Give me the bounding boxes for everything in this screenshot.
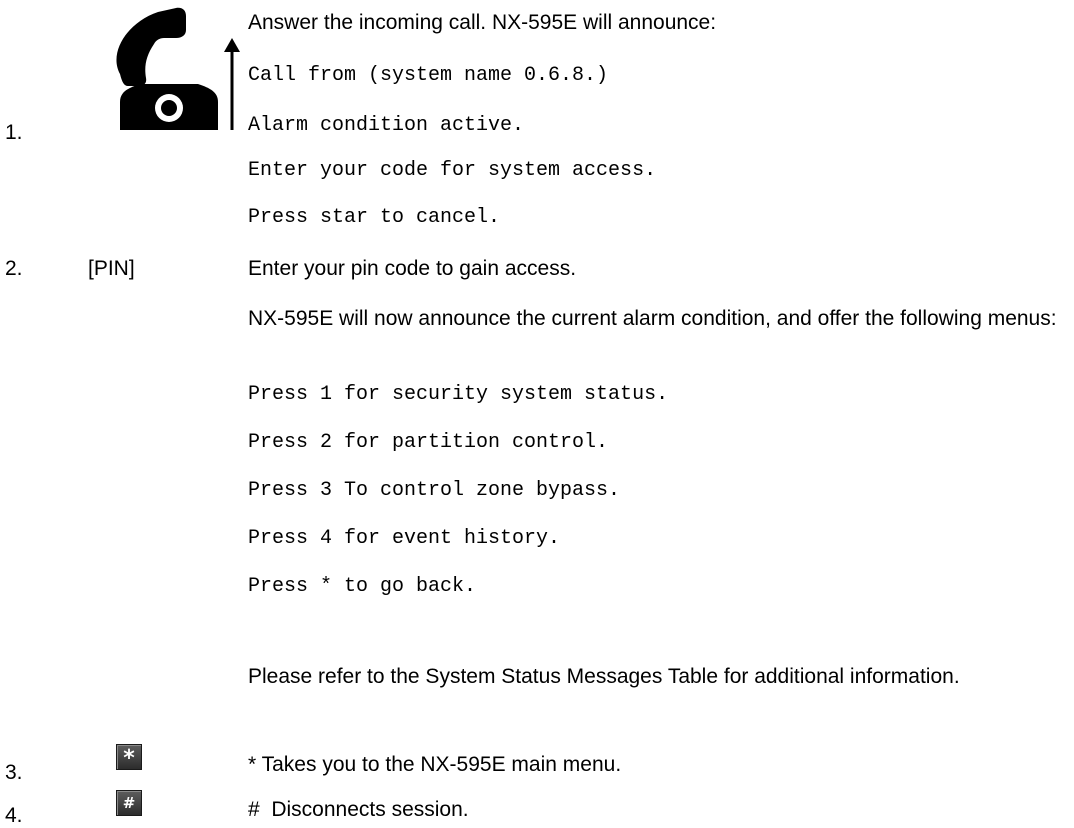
menu-option: Press 3 To control zone bypass.: [248, 479, 621, 502]
step-3-instruction: * Takes you to the NX-595E main menu.: [248, 753, 622, 776]
hash-key-icon: #: [116, 790, 142, 816]
step-4-instruction: # Disconnects session.: [248, 798, 469, 821]
menu-option: Press 1 for security system status.: [248, 383, 669, 406]
step-2-note: Please refer to the System Status Messag…: [248, 665, 960, 688]
pin-key-label: [PIN]: [88, 257, 135, 280]
step-2-instruction: Enter your pin code to gain access.: [248, 257, 577, 280]
step-2-description: NX-595E will now announce the current al…: [248, 307, 1057, 330]
announcement-line: Enter your code for system access.: [248, 159, 657, 182]
step-1-instruction: Answer the incoming call. NX-595E will a…: [248, 11, 717, 34]
announcement-line: Alarm condition active.: [248, 114, 525, 137]
phone-answer-icon: [116, 7, 240, 130]
step-3-number: 3.: [5, 761, 23, 784]
step-2-number: 2.: [5, 257, 23, 280]
announcement-line: Press star to cancel.: [248, 206, 501, 229]
star-key-icon: *: [116, 744, 142, 771]
announcement-line: Call from (system name 0.6.8.): [248, 64, 609, 87]
menu-option: Press 4 for event history.: [248, 527, 561, 550]
menu-option: Press 2 for partition control.: [248, 431, 609, 454]
step-4-number: 4.: [5, 804, 23, 827]
menu-option: Press * to go back.: [248, 575, 477, 598]
step-1-number: 1.: [5, 121, 23, 144]
